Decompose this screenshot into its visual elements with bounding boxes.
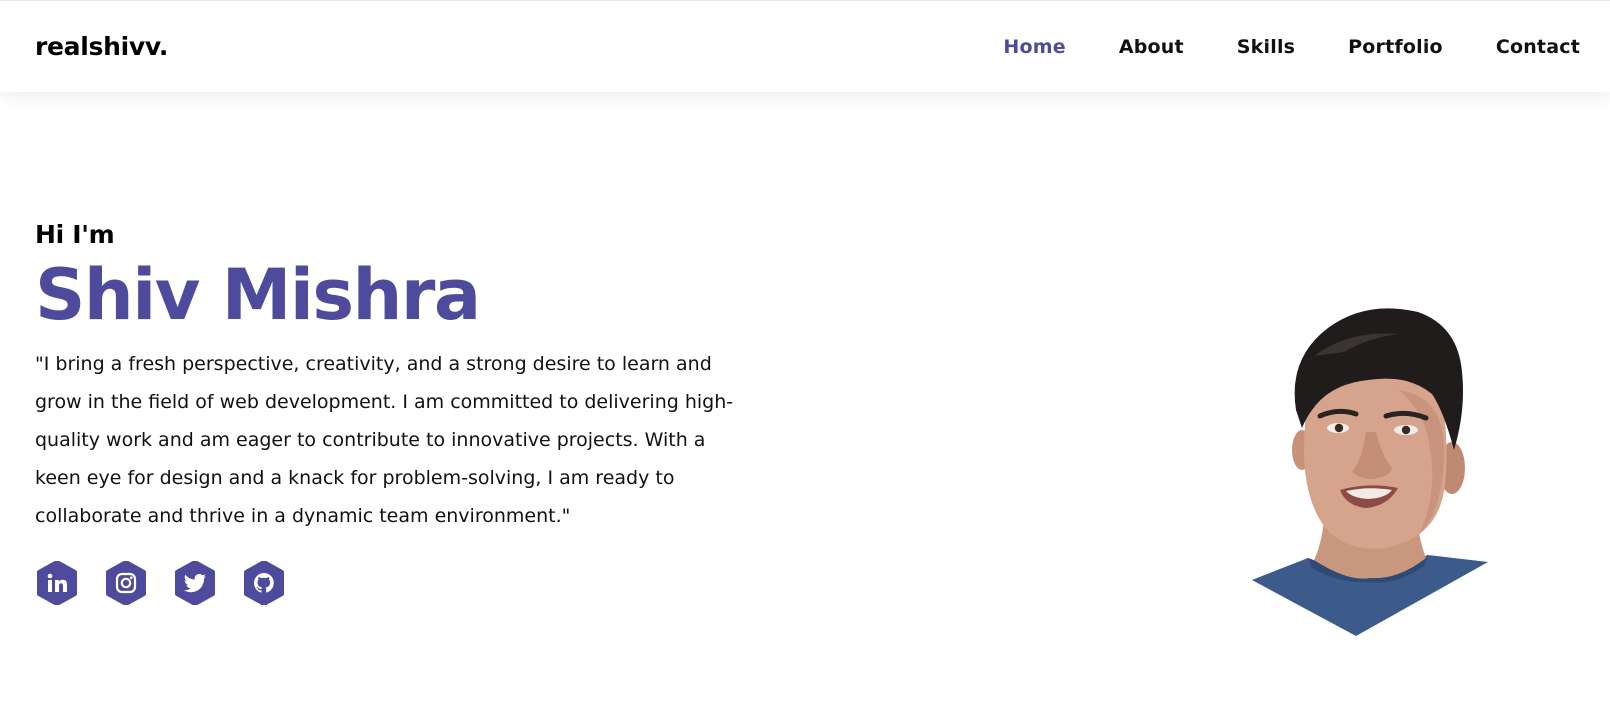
nav-home-link[interactable]: Home	[1003, 36, 1065, 58]
github-link[interactable]	[242, 561, 286, 605]
instagram-icon	[115, 572, 137, 594]
twitter-icon	[183, 574, 206, 593]
twitter-link[interactable]	[173, 561, 217, 605]
site-logo[interactable]: realshivv.	[35, 32, 168, 61]
nav-contact-link[interactable]: Contact	[1496, 36, 1580, 58]
github-icon	[254, 573, 274, 593]
linkedin-link[interactable]	[35, 561, 79, 605]
linkedin-icon	[47, 573, 67, 592]
hero-section: Hi I'm Shiv Mishra "I bring a fresh pers…	[35, 220, 775, 605]
instagram-link[interactable]	[104, 561, 148, 605]
main-nav: Home About Skills Portfolio Contact	[950, 36, 1580, 58]
nav-about-link[interactable]: About	[1119, 36, 1184, 58]
hero-greeting: Hi I'm	[35, 220, 115, 249]
profile-photo	[1252, 308, 1488, 636]
hero-name: Shiv Mishra	[35, 254, 481, 336]
site-header: realshivv. Home About Skills Portfolio C…	[0, 0, 1610, 92]
social-links	[35, 561, 775, 605]
nav-portfolio-link[interactable]: Portfolio	[1348, 36, 1443, 58]
hero-bio: "I bring a fresh perspective, creativity…	[35, 353, 734, 527]
nav-skills-link[interactable]: Skills	[1237, 36, 1295, 58]
